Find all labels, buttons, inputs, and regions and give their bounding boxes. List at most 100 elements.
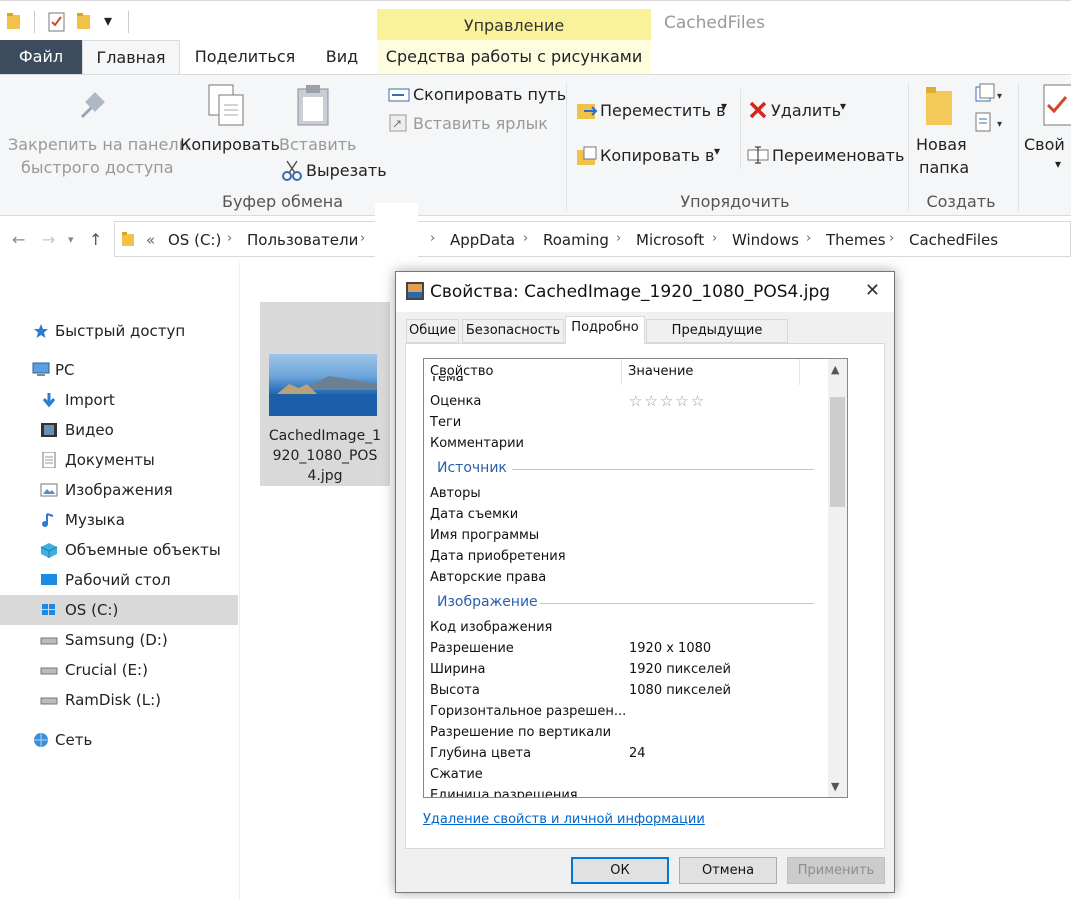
- drive-icon: [40, 637, 58, 645]
- move-to-button[interactable]: Переместить в: [600, 101, 726, 120]
- copy-path-button[interactable]: Скопировать путь: [413, 85, 566, 104]
- property-row[interactable]: Глубина цвета 24: [430, 743, 825, 764]
- properties-check-icon[interactable]: [47, 12, 67, 32]
- crumb-windows[interactable]: Windows: [732, 231, 799, 249]
- copy-to-button[interactable]: Копировать в: [600, 146, 714, 165]
- new-folder-line2[interactable]: папка: [919, 158, 969, 177]
- scroll-up-icon[interactable]: ▲: [831, 363, 839, 376]
- tab-file[interactable]: Файл: [0, 40, 82, 74]
- properties-dropdown-icon[interactable]: ▾: [1055, 157, 1061, 171]
- nav-ramdisk-l[interactable]: RamDisk (L:): [0, 685, 238, 715]
- property-row[interactable]: Дата съемки: [430, 504, 825, 525]
- nav-music[interactable]: Музыка: [0, 505, 238, 535]
- properties-button[interactable]: Свой: [1024, 135, 1065, 154]
- manage-band[interactable]: Управление: [377, 9, 651, 42]
- property-value[interactable]: 1920 x 1080: [629, 638, 711, 659]
- nav-crucial-e[interactable]: Crucial (E:): [0, 655, 238, 685]
- nav-import[interactable]: Import: [0, 385, 238, 415]
- nav-label: Crucial (E:): [65, 661, 148, 679]
- crumb-appdata[interactable]: AppData: [450, 231, 515, 249]
- pin-quick-access-line1[interactable]: Закрепить на панели: [8, 135, 189, 154]
- tab-home[interactable]: Главная: [82, 40, 180, 74]
- new-item-icon[interactable]: ▾: [974, 83, 1006, 105]
- property-list[interactable]: Свойство Значение Тема Оценка ☆☆☆☆☆ Теги …: [423, 358, 848, 798]
- property-row[interactable]: Авторы: [430, 483, 825, 504]
- section-image: Изображение: [437, 594, 538, 610]
- nav-videos[interactable]: Видео: [0, 415, 238, 445]
- recent-locations-icon[interactable]: ▾: [68, 233, 74, 246]
- tab-general[interactable]: Общие: [406, 319, 459, 343]
- nav-documents[interactable]: Документы: [0, 445, 238, 475]
- property-row[interactable]: Авторские права: [430, 567, 825, 588]
- property-row[interactable]: Высота 1080 пикселей: [430, 680, 825, 701]
- copy-button[interactable]: Копировать: [180, 135, 280, 154]
- nav-network[interactable]: Сеть: [0, 725, 238, 755]
- tab-share[interactable]: Поделиться: [186, 40, 304, 74]
- rename-button[interactable]: Переименовать: [772, 146, 904, 165]
- up-icon[interactable]: ↑: [89, 230, 102, 249]
- crumb-roaming[interactable]: Roaming: [543, 231, 609, 249]
- remove-properties-link[interactable]: Удаление свойств и личной информации: [423, 812, 705, 827]
- nav-quick-access[interactable]: Быстрый доступ: [0, 316, 238, 346]
- property-row[interactable]: Дата приобретения: [430, 546, 825, 567]
- property-row[interactable]: Имя программы: [430, 525, 825, 546]
- pin-quick-access-line2[interactable]: быстрого доступа: [21, 158, 174, 177]
- property-value[interactable]: 1920 пикселей: [629, 659, 731, 680]
- scroll-down-icon[interactable]: ▼: [831, 780, 839, 793]
- tab-view[interactable]: Вид: [316, 40, 368, 74]
- property-row[interactable]: Горизонтальное разрешен...: [430, 701, 825, 722]
- paste-button[interactable]: Вставить: [279, 135, 356, 154]
- nav-pc[interactable]: PC: [0, 355, 238, 385]
- qat-divider: [34, 11, 35, 33]
- property-value[interactable]: 24: [629, 743, 646, 764]
- tab-previous-versions[interactable]: Предыдущие версии: [646, 319, 788, 360]
- ok-button[interactable]: ОК: [571, 857, 669, 884]
- nav-pictures[interactable]: Изображения: [0, 475, 238, 505]
- property-row-partial: Единица разрешения: [430, 785, 825, 797]
- nav-3d-objects[interactable]: Объемные объекты: [0, 535, 238, 565]
- property-row[interactable]: Код изображения: [430, 617, 825, 638]
- crumb-microsoft[interactable]: Microsoft: [636, 231, 704, 249]
- paste-shortcut-button[interactable]: Вставить ярлык: [413, 114, 548, 133]
- apply-button[interactable]: Применить: [787, 857, 885, 884]
- property-row[interactable]: Разрешение 1920 x 1080: [430, 638, 825, 659]
- tab-picture-tools[interactable]: Средства работы с рисунками: [377, 40, 651, 74]
- nav-samsung-d[interactable]: Samsung (D:): [0, 625, 238, 655]
- property-row[interactable]: Оценка ☆☆☆☆☆: [430, 391, 825, 412]
- back-icon[interactable]: ←: [12, 230, 25, 249]
- property-row[interactable]: Комментарии: [430, 433, 825, 454]
- property-list-scrollbar[interactable]: ▲ ▼: [828, 359, 847, 797]
- new-folder-line1[interactable]: Новая: [916, 135, 967, 154]
- cut-button[interactable]: Вырезать: [306, 161, 387, 180]
- easy-access-icon[interactable]: ▾: [974, 111, 1006, 133]
- file-name[interactable]: CachedImage_1920_1080_POS4.jpg: [266, 426, 384, 486]
- delete-dropdown-icon[interactable]: ▾: [840, 99, 846, 113]
- cancel-button[interactable]: Отмена: [679, 857, 777, 884]
- tab-details[interactable]: Подробно: [565, 316, 645, 344]
- file-item[interactable]: CachedImage_1920_1080_POS4.jpg: [260, 302, 390, 486]
- move-to-dropdown-icon[interactable]: ▾: [721, 99, 727, 113]
- property-row[interactable]: Сжатие: [430, 764, 825, 785]
- property-value[interactable]: 1080 пикселей: [629, 680, 731, 701]
- root-chevron[interactable]: «: [146, 231, 155, 249]
- crumb-users[interactable]: Пользователи: [247, 231, 358, 249]
- scroll-thumb[interactable]: [830, 397, 845, 507]
- rating-stars[interactable]: ☆☆☆☆☆: [629, 391, 706, 412]
- address-bar[interactable]: « OS (C:) › Пользователи › › AppData › R…: [114, 221, 1071, 257]
- crumb-separator: ›: [430, 231, 436, 246]
- property-row[interactable]: Разрешение по вертикали: [430, 722, 825, 743]
- delete-button[interactable]: Удалить: [771, 101, 841, 120]
- property-row[interactable]: Ширина 1920 пикселей: [430, 659, 825, 680]
- new-folder-icon[interactable]: [76, 12, 92, 30]
- qat-customize-arrow[interactable]: ▾: [104, 11, 112, 30]
- close-icon[interactable]: ✕: [865, 280, 880, 301]
- property-row[interactable]: Теги: [430, 412, 825, 433]
- copy-to-dropdown-icon[interactable]: ▾: [714, 144, 720, 158]
- crumb-themes[interactable]: Themes: [826, 231, 886, 249]
- crumb-os-c[interactable]: OS (C:): [168, 231, 221, 249]
- crumb-cachedfiles[interactable]: CachedFiles: [909, 231, 998, 249]
- tab-security[interactable]: Безопасность: [462, 319, 564, 343]
- nav-os-c[interactable]: OS (C:): [0, 595, 238, 625]
- nav-desktop[interactable]: Рабочий стол: [0, 565, 238, 595]
- forward-icon[interactable]: →: [42, 230, 55, 249]
